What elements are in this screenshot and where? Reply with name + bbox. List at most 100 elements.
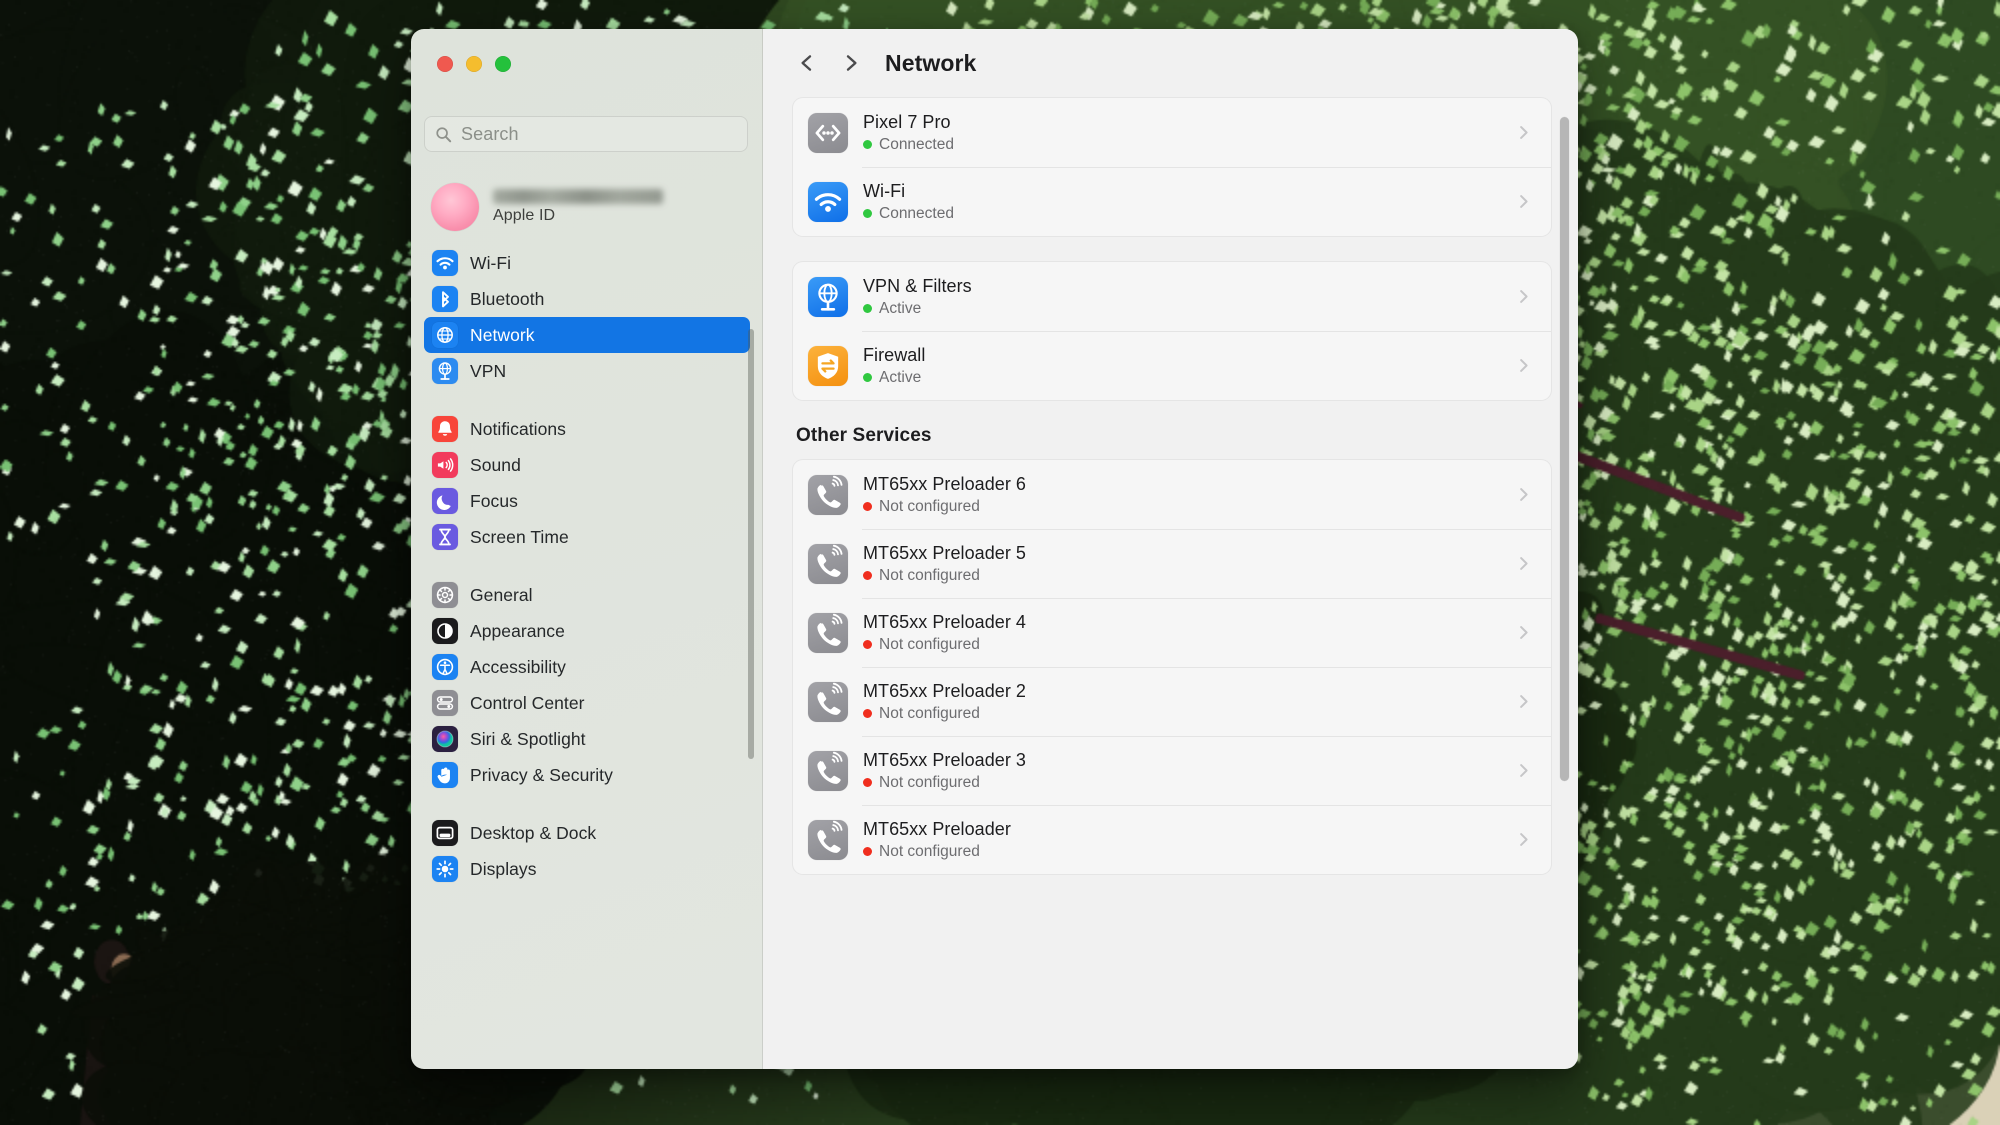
search-field[interactable]: Search (424, 116, 748, 152)
content-scrollbar[interactable] (1560, 117, 1569, 781)
sidebar-item-label: Control Center (470, 692, 585, 713)
sidebar-item-label: Siri & Spotlight (470, 728, 586, 749)
sidebar-item-screen-time[interactable]: Screen Time (424, 519, 750, 555)
sidebar-item-network[interactable]: Network (424, 317, 750, 353)
minimize-button[interactable] (466, 56, 482, 72)
usb-ethernet-icon (808, 112, 848, 153)
accessibility-icon (432, 654, 458, 680)
appearance-icon (432, 618, 458, 644)
status-label: Not configured (879, 566, 980, 584)
network-service-row[interactable]: MT65xx Preloader 6 Not configured (793, 460, 1551, 529)
sidebar-item-bluetooth[interactable]: Bluetooth (424, 281, 750, 317)
vpn-globe-icon (808, 276, 848, 317)
modem-icon (808, 819, 848, 860)
network-service-row[interactable]: MT65xx Preloader 4 Not configured (793, 598, 1551, 667)
bell-icon (432, 416, 458, 442)
sidebar-item-notifications[interactable]: Notifications (424, 411, 750, 447)
bluetooth-icon (432, 286, 458, 312)
sidebar-item-label: Focus (470, 490, 518, 511)
system-settings-window: Search Apple ID Wi-Fi Bluetooth Network VPN… (411, 29, 1578, 1069)
wifi-icon (808, 181, 848, 222)
apple-id-row[interactable]: Apple ID (425, 177, 747, 237)
sidebar-group: Wi-Fi Bluetooth Network VPN (411, 245, 763, 389)
chevron-right-icon[interactable] (1514, 192, 1533, 211)
sidebar-item-wi-fi[interactable]: Wi-Fi (424, 245, 750, 281)
sidebar-item-privacy-security[interactable]: Privacy & Security (424, 757, 750, 793)
status-dot (863, 140, 872, 149)
chevron-right-icon[interactable] (1514, 830, 1533, 849)
chevron-right-icon[interactable] (1514, 123, 1533, 142)
network-service-row[interactable]: VPN & Filters Active (793, 262, 1551, 331)
sidebar-item-vpn[interactable]: VPN (424, 353, 750, 389)
status-badge: Not configured (863, 843, 1514, 861)
sidebar-item-sound[interactable]: Sound (424, 447, 750, 483)
chevron-right-icon[interactable] (1514, 623, 1533, 642)
status-label: Not configured (879, 842, 980, 860)
settings-scroll-area: Pixel 7 Pro Connected Wi-Fi Connected VPN & … (763, 97, 1578, 1069)
sidebar-item-label: Wi-Fi (470, 252, 512, 273)
status-dot (863, 373, 872, 382)
avatar (431, 183, 479, 231)
sidebar-item-label: Network (470, 324, 535, 345)
sidebar-group: Notifications Sound Focus Screen Time (411, 411, 763, 555)
sidebar-item-label: VPN (470, 360, 507, 381)
speaker-icon (432, 452, 458, 478)
sidebar-item-label: General (470, 584, 533, 605)
settings-card: Pixel 7 Pro Connected Wi-Fi Connected (792, 97, 1552, 237)
network-service-row[interactable]: MT65xx Preloader 3 Not configured (793, 736, 1551, 805)
status-dot (863, 571, 872, 580)
chevron-right-icon[interactable] (1514, 554, 1533, 573)
sidebar-item-label: Accessibility (470, 656, 566, 677)
sidebar-item-appearance[interactable]: Appearance (424, 613, 750, 649)
chevron-right-icon[interactable] (1514, 485, 1533, 504)
status-dot (863, 640, 872, 649)
sidebar-scrollbar[interactable] (748, 329, 754, 759)
status-badge: Connected (863, 205, 1514, 223)
search-icon (435, 126, 452, 143)
network-service-row[interactable]: Firewall Active (793, 331, 1551, 400)
chevron-right-icon[interactable] (1514, 287, 1533, 306)
service-name: MT65xx Preloader 4 (863, 611, 1026, 632)
forward-button[interactable] (836, 48, 866, 78)
modem-icon (808, 474, 848, 515)
sidebar: Search Apple ID Wi-Fi Bluetooth Network VPN… (411, 29, 763, 1069)
status-label: Active (879, 299, 922, 317)
network-service-row[interactable]: MT65xx Preloader 5 Not configured (793, 529, 1551, 598)
back-button[interactable] (792, 48, 822, 78)
other-services-card: MT65xx Preloader 6 Not configured MT65xx P… (792, 459, 1552, 875)
sidebar-item-label: Desktop & Dock (470, 822, 597, 843)
network-service-row[interactable]: MT65xx Preloader Not configured (793, 805, 1551, 874)
modem-icon (808, 543, 848, 584)
sidebar-item-general[interactable]: General (424, 577, 750, 613)
status-dot (863, 847, 872, 856)
sidebar-item-control-center[interactable]: Control Center (424, 685, 750, 721)
hand-icon (432, 762, 458, 788)
sidebar-group-separator (411, 793, 763, 815)
content-header: Network (763, 29, 1578, 97)
network-service-row[interactable]: MT65xx Preloader 2 Not configured (793, 667, 1551, 736)
network-service-row[interactable]: Pixel 7 Pro Connected (793, 98, 1551, 167)
close-button[interactable] (437, 56, 453, 72)
control-center-icon (432, 690, 458, 716)
sidebar-item-focus[interactable]: Focus (424, 483, 750, 519)
zoom-button[interactable] (495, 56, 511, 72)
service-name: VPN & Filters (863, 275, 972, 296)
sidebar-item-accessibility[interactable]: Accessibility (424, 649, 750, 685)
service-name: MT65xx Preloader (863, 818, 1011, 839)
status-badge: Not configured (863, 498, 1514, 516)
status-badge: Not configured (863, 705, 1514, 723)
network-service-row[interactable]: Wi-Fi Connected (793, 167, 1551, 236)
dock-icon (432, 820, 458, 846)
brightness-icon (432, 856, 458, 882)
wifi-icon (432, 250, 458, 276)
chevron-right-icon[interactable] (1514, 356, 1533, 375)
status-label: Not configured (879, 497, 980, 515)
status-badge: Not configured (863, 636, 1514, 654)
sidebar-item-displays[interactable]: Displays (424, 851, 750, 887)
window-controls (437, 56, 511, 72)
status-dot (863, 209, 872, 218)
sidebar-item-siri-spotlight[interactable]: Siri & Spotlight (424, 721, 750, 757)
sidebar-item-desktop-dock[interactable]: Desktop & Dock (424, 815, 750, 851)
chevron-right-icon[interactable] (1514, 692, 1533, 711)
chevron-right-icon[interactable] (1514, 761, 1533, 780)
